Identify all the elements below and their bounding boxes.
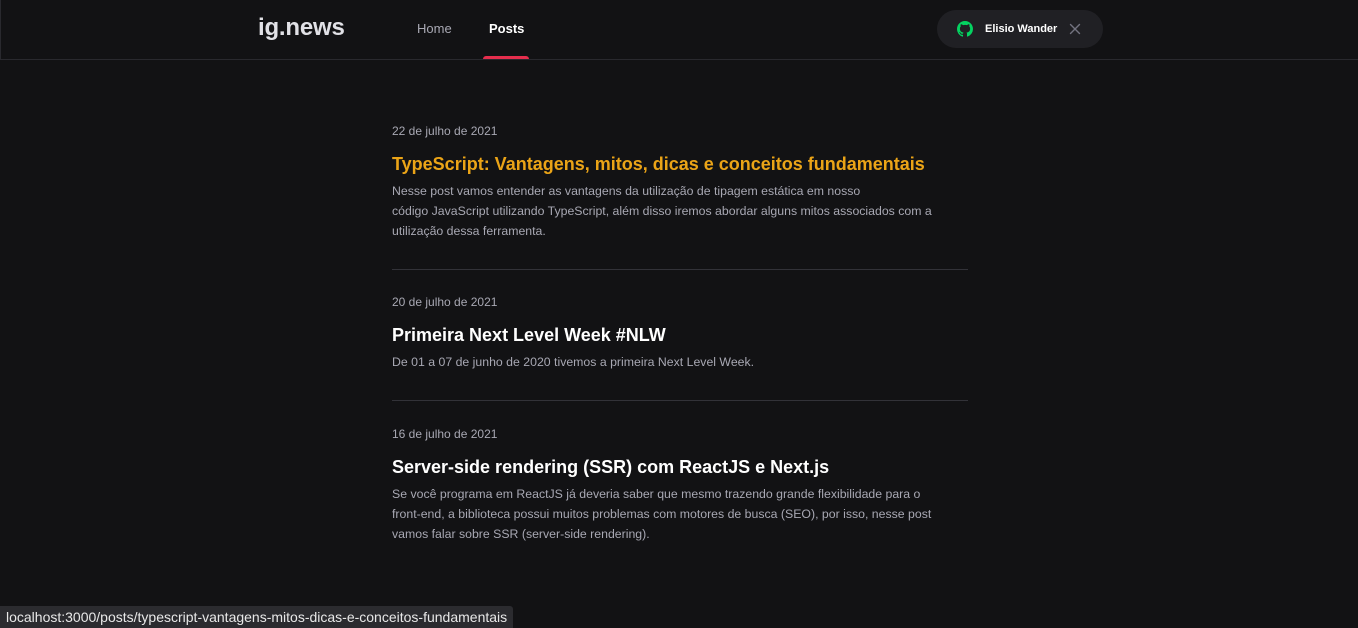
post-title[interactable]: TypeScript: Vantagens, mitos, dicas e co… <box>392 154 968 175</box>
post-title[interactable]: Server-side rendering (SSR) com ReactJS … <box>392 457 968 478</box>
post-excerpt: Nesse post vamos entender as vantagens d… <box>392 181 968 241</box>
nav-active-indicator <box>483 56 529 59</box>
post-item[interactable]: 20 de julho de 2021 Primeira Next Level … <box>392 295 968 372</box>
user-name: Elisio Wander <box>985 23 1058 35</box>
post-excerpt-line: utilização dessa ferramenta. <box>392 224 546 238</box>
post-excerpt-line: código JavaScript utilizando TypeScript,… <box>392 204 932 218</box>
post-date: 20 de julho de 2021 <box>392 295 498 309</box>
post-excerpt: De 01 a 07 de junho de 2020 tivemos a pr… <box>392 352 968 372</box>
site-header: ig.news Home Posts Elisio Wander <box>0 0 1358 60</box>
post-excerpt-line: front-end, a biblioteca possui muitos pr… <box>392 507 932 521</box>
close-icon[interactable] <box>1069 23 1081 35</box>
post-item[interactable]: 22 de julho de 2021 TypeScript: Vantagen… <box>392 124 968 241</box>
user-signout-button[interactable]: Elisio Wander <box>937 10 1103 48</box>
post-excerpt-line: De 01 a 07 de junho de 2020 tivemos a pr… <box>392 355 755 369</box>
post-date: 16 de julho de 2021 <box>392 427 498 441</box>
post-divider <box>392 269 968 270</box>
post-excerpt-line: vamos falar sobre SSR (server-side rende… <box>392 527 650 541</box>
logo[interactable]: ig.news <box>258 14 345 42</box>
nav-posts-link[interactable]: Posts <box>489 21 524 59</box>
post-item[interactable]: 16 de julho de 2021 Server-side renderin… <box>392 427 968 544</box>
post-excerpt: Se você programa em ReactJS já deveria s… <box>392 484 968 544</box>
post-date: 22 de julho de 2021 <box>392 124 498 138</box>
post-excerpt-line: Se você programa em ReactJS já deveria s… <box>392 487 921 501</box>
github-icon <box>957 21 973 37</box>
post-excerpt-line: Nesse post vamos entender as vantagens d… <box>392 184 861 198</box>
browser-status-url: localhost:3000/posts/typescript-vantagen… <box>0 606 514 628</box>
nav-home-link[interactable]: Home <box>417 21 452 59</box>
post-title[interactable]: Primeira Next Level Week #NLW <box>392 325 968 346</box>
post-divider <box>392 400 968 401</box>
